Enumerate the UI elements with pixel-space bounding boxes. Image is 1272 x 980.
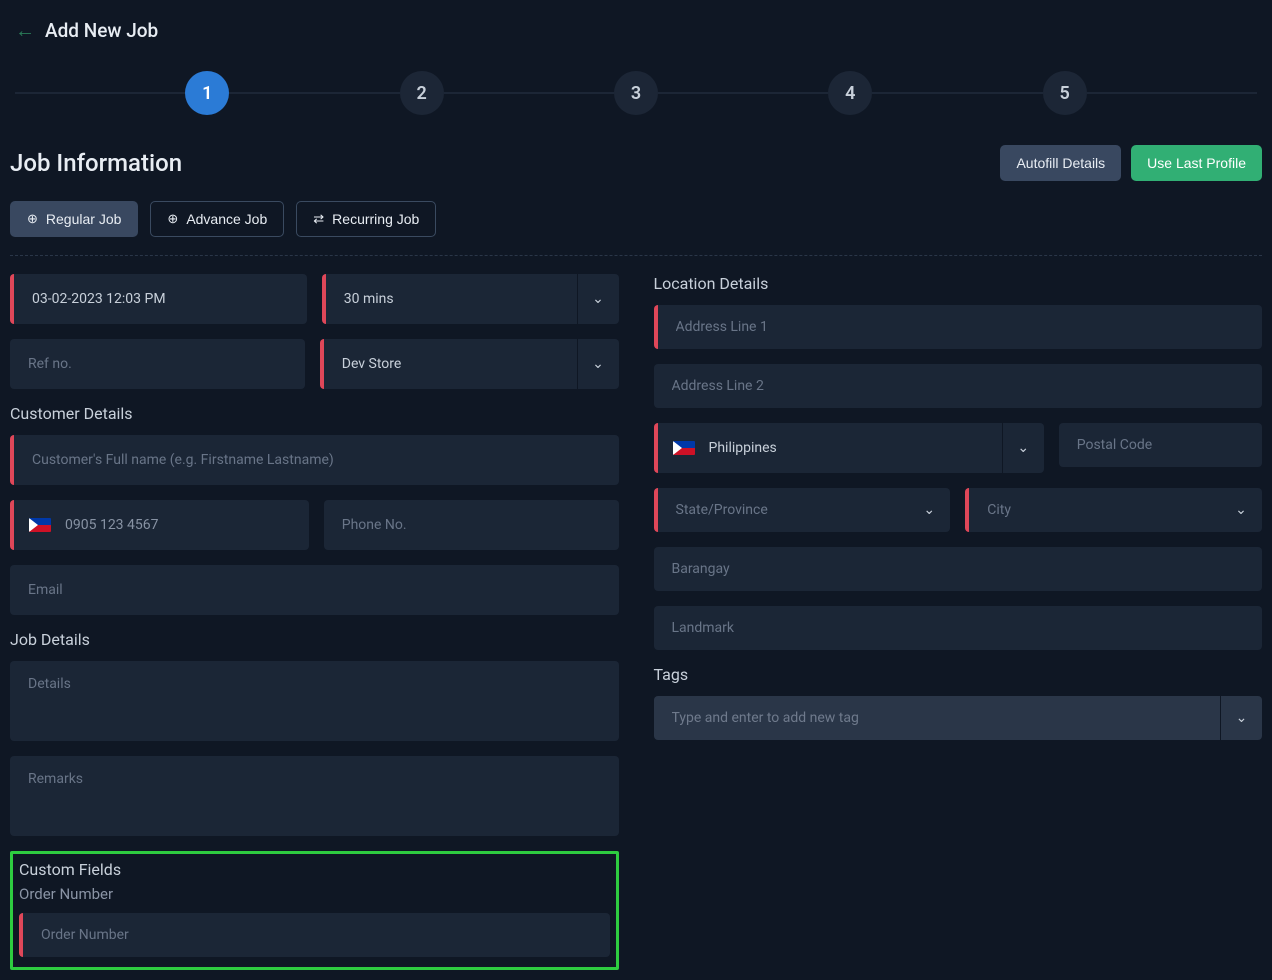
order-number-field[interactable] [19, 913, 610, 957]
phone-field[interactable] [324, 500, 619, 550]
customer-name-field[interactable] [10, 435, 619, 485]
step-3[interactable]: 3 [614, 71, 658, 115]
ref-no-field[interactable] [10, 339, 305, 389]
plus-circle-icon: ⊕ [167, 211, 178, 227]
barangay-field[interactable] [654, 547, 1263, 591]
use-last-profile-button[interactable]: Use Last Profile [1131, 145, 1262, 181]
autofill-details-button[interactable]: Autofill Details [1000, 145, 1121, 181]
tags-title: Tags [654, 665, 1263, 684]
chevron-down-icon[interactable]: ⌄ [908, 488, 950, 532]
order-number-input[interactable] [23, 927, 610, 943]
step-5[interactable]: 5 [1043, 71, 1087, 115]
duration-value: 30 mins [326, 291, 577, 307]
advance-job-button[interactable]: ⊕ Advance Job [150, 201, 284, 237]
philippines-flag-icon [29, 518, 51, 532]
datetime-field[interactable]: 03-02-2023 12:03 PM [10, 274, 307, 324]
country-select[interactable]: Philippines ⌄ [654, 423, 1044, 473]
country-value: Philippines [701, 440, 1002, 456]
regular-job-label: Regular Job [46, 211, 122, 227]
repeat-icon: ⇄ [313, 211, 324, 227]
page-title: Add New Job [45, 19, 158, 42]
step-2[interactable]: 2 [400, 71, 444, 115]
landmark-field[interactable] [654, 606, 1263, 650]
customer-details-title: Customer Details [10, 404, 619, 423]
landmark-input[interactable] [654, 620, 1263, 636]
chevron-down-icon[interactable]: ⌄ [1220, 696, 1262, 740]
store-select[interactable]: Dev Store ⌄ [320, 339, 619, 389]
state-select[interactable]: ⌄ [654, 488, 951, 532]
ref-no-input[interactable] [10, 356, 305, 372]
mobile-input[interactable] [57, 517, 309, 533]
section-title: Job Information [10, 149, 182, 177]
job-details-title: Job Details [10, 630, 619, 649]
duration-select[interactable]: 30 mins ⌄ [322, 274, 619, 324]
chevron-down-icon[interactable]: ⌄ [1220, 488, 1262, 532]
chevron-down-icon[interactable]: ⌄ [577, 274, 619, 324]
custom-fields-title: Custom Fields [19, 860, 610, 879]
barangay-input[interactable] [654, 561, 1263, 577]
remarks-field[interactable] [10, 756, 619, 836]
email-input[interactable] [10, 582, 619, 598]
postal-field[interactable] [1059, 423, 1262, 467]
tags-input[interactable] [654, 710, 1221, 726]
store-value: Dev Store [324, 356, 577, 372]
details-textarea[interactable] [10, 661, 619, 741]
state-input[interactable] [658, 502, 909, 518]
plus-circle-icon: ⊕ [27, 211, 38, 227]
custom-fields-highlight-box: Custom Fields Order Number [10, 851, 619, 970]
order-number-label: Order Number [19, 885, 610, 903]
step-4[interactable]: 4 [828, 71, 872, 115]
phone-input[interactable] [324, 517, 619, 533]
postal-input[interactable] [1059, 437, 1262, 453]
philippines-flag-icon [673, 441, 695, 455]
step-1[interactable]: 1 [185, 71, 229, 115]
regular-job-button[interactable]: ⊕ Regular Job [10, 201, 138, 237]
chevron-down-icon[interactable]: ⌄ [577, 339, 619, 389]
divider [10, 255, 1262, 256]
address1-field[interactable] [654, 305, 1263, 349]
advance-job-label: Advance Job [186, 211, 267, 227]
location-details-title: Location Details [654, 274, 1263, 293]
details-field[interactable] [10, 661, 619, 741]
address1-input[interactable] [658, 319, 1263, 335]
tags-field[interactable]: ⌄ [654, 696, 1263, 740]
address2-field[interactable] [654, 364, 1263, 408]
remarks-textarea[interactable] [10, 756, 619, 836]
city-select[interactable]: ⌄ [965, 488, 1262, 532]
address2-input[interactable] [654, 378, 1263, 394]
recurring-job-label: Recurring Job [332, 211, 419, 227]
chevron-down-icon[interactable]: ⌄ [1002, 423, 1044, 473]
datetime-value: 03-02-2023 12:03 PM [14, 291, 307, 307]
back-arrow-icon[interactable]: ← [15, 18, 35, 43]
recurring-job-button[interactable]: ⇄ Recurring Job [296, 201, 436, 237]
mobile-field[interactable] [10, 500, 309, 550]
stepper: 1 2 3 4 5 [10, 71, 1262, 115]
email-field[interactable] [10, 565, 619, 615]
customer-name-input[interactable] [14, 452, 619, 468]
city-input[interactable] [969, 502, 1220, 518]
